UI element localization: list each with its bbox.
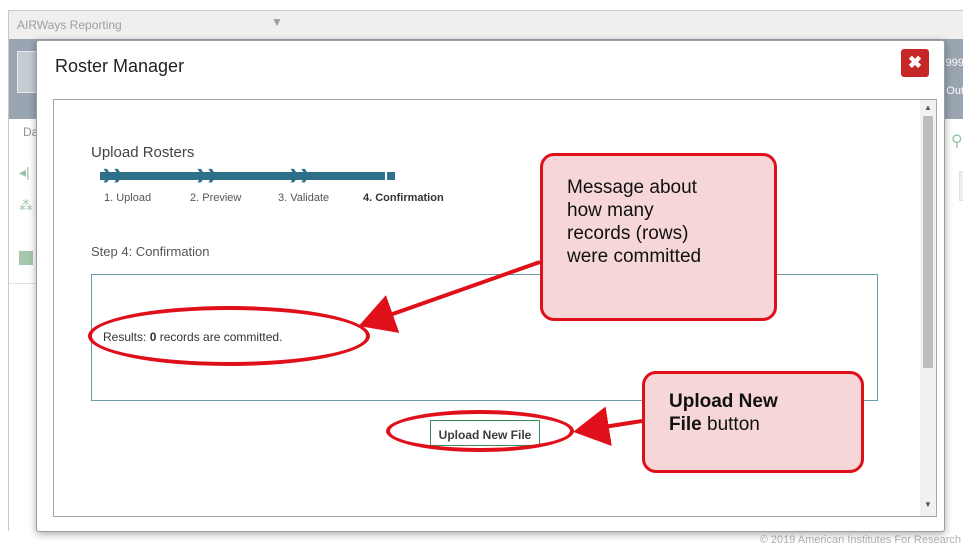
- chevron-right-icon: ❯❯: [196, 167, 218, 182]
- progress-segment-confirmation: [387, 172, 395, 180]
- chevron-right-icon: ❯❯: [289, 167, 311, 182]
- callout-line: how many: [567, 200, 654, 221]
- scroll-up-icon[interactable]: ▲: [924, 103, 932, 112]
- scroll-down-icon[interactable]: ▼: [924, 500, 932, 509]
- org-chart-icon[interactable]: ⁂: [19, 197, 33, 214]
- copyright-text: © 2019 American Institutes For Research: [759, 534, 961, 546]
- side-panel-tab: [959, 171, 963, 201]
- step-label-preview: 2. Preview: [190, 192, 242, 204]
- button-highlight-ellipse: [386, 410, 574, 452]
- callout-upload-button: Upload New File button: [642, 371, 864, 473]
- report-icon[interactable]: [19, 251, 33, 265]
- step-label-confirmation: 4. Confirmation: [363, 192, 444, 204]
- step-label-validate: 3. Validate: [278, 192, 330, 204]
- section-title: Upload Rosters: [91, 144, 195, 161]
- scrollbar[interactable]: ▲ ▼: [920, 100, 936, 516]
- search-icon[interactable]: ⚲: [951, 131, 963, 151]
- callout-line: File button: [669, 413, 861, 436]
- banner-text-bottom: Out: [946, 85, 963, 97]
- step-heading: Step 4: Confirmation: [91, 244, 210, 259]
- close-icon: ✖: [907, 53, 923, 72]
- callout-bold-text: File: [669, 414, 702, 435]
- callout-line: records (rows): [567, 223, 689, 244]
- app-header: AIRWays Reporting ▼: [9, 11, 963, 40]
- callout-line: Upload New: [669, 391, 778, 412]
- callout-records-message: Message about how many records (rows) we…: [540, 153, 777, 321]
- split-view-icon[interactable]: ◂|: [19, 164, 30, 181]
- callout-text: button: [701, 414, 760, 435]
- scrollbar-thumb[interactable]: [923, 116, 933, 368]
- modal-title: Roster Manager: [55, 56, 185, 76]
- chevron-right-icon: ❯❯: [102, 167, 124, 182]
- dropdown-caret-icon[interactable]: ▼: [271, 15, 283, 29]
- app-title: AIRWays Reporting: [17, 18, 122, 32]
- results-highlight-ellipse: [88, 306, 370, 366]
- callout-line: were committed: [567, 246, 702, 267]
- step-label-upload: 1. Upload: [104, 192, 152, 204]
- callout-line: Message about: [567, 177, 697, 198]
- close-button[interactable]: ✖: [901, 49, 929, 77]
- banner-text-top: 999: [945, 57, 963, 69]
